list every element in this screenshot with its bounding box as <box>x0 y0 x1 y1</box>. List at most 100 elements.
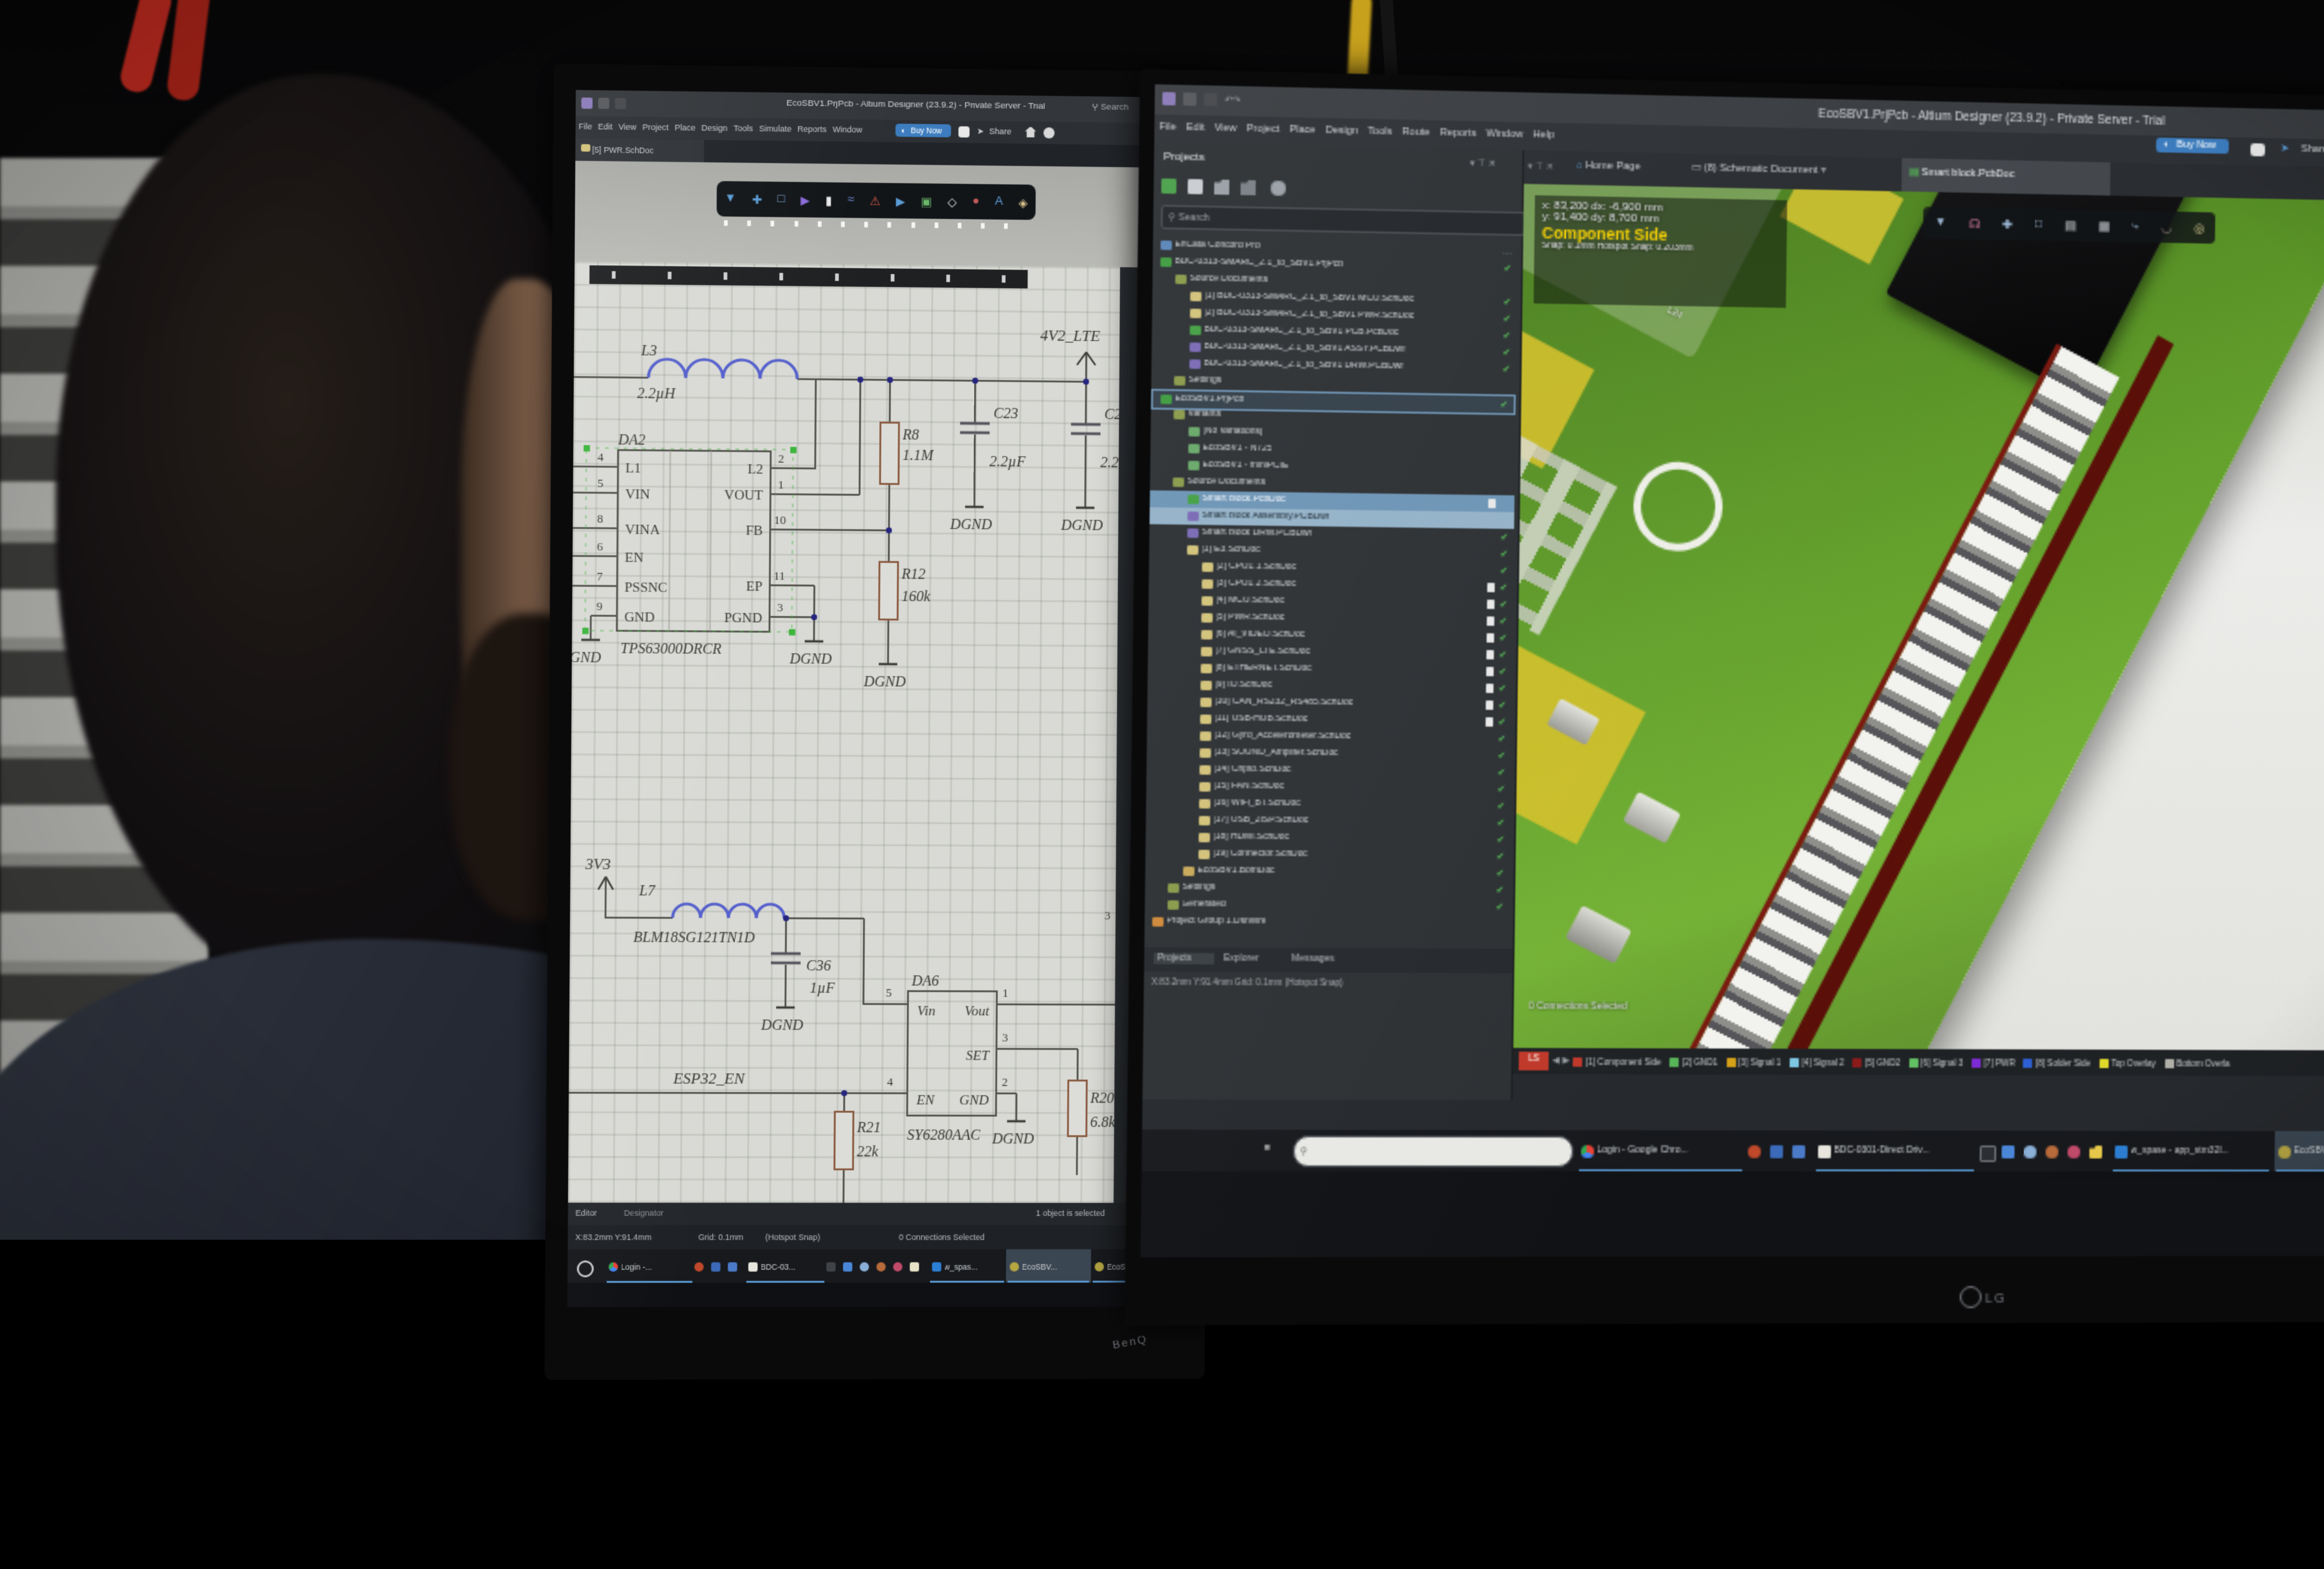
menu-file[interactable]: File <box>1159 121 1176 132</box>
tree-item[interactable]: [16] WiFi_BT.SchDoc✔ <box>1146 795 1511 814</box>
taskbar-item-chrome[interactable]: Login - Google Chro... <box>1577 1130 1744 1171</box>
buy-now-button[interactable]: ◐ Buy Now <box>895 123 950 136</box>
folder2-icon-button[interactable] <box>1241 180 1256 195</box>
annotate-tool-icon[interactable]: ◇ <box>947 194 957 209</box>
taskbar-icon[interactable] <box>1792 1145 1805 1158</box>
taskbar-icon[interactable] <box>1770 1145 1783 1158</box>
chat-icon[interactable] <box>2251 143 2265 156</box>
paste-tool-icon[interactable]: ▶ <box>800 192 810 207</box>
home-icon[interactable] <box>1025 126 1036 137</box>
tab-home-page[interactable]: ⌂ Home Page <box>1576 161 1680 174</box>
taskbar-icon[interactable] <box>860 1261 869 1271</box>
open-icon[interactable] <box>1204 93 1217 106</box>
tree-item[interactable]: EcoSBV1.BomDoc✔ <box>1145 863 1510 882</box>
taskbar-icon[interactable] <box>893 1261 902 1271</box>
buy-now-button[interactable]: ◐ Buy Now <box>2156 138 2228 154</box>
menu-simulate[interactable]: Simulate <box>759 123 792 133</box>
taskbar-icon[interactable] <box>2024 1146 2037 1159</box>
select-tool-icon[interactable]: □ <box>778 193 785 206</box>
chat-icon[interactable] <box>958 125 970 137</box>
menu-tools[interactable]: Tools <box>1368 125 1393 137</box>
projects-search[interactable]: ⚲ Search <box>1161 205 1525 236</box>
start-icon[interactable] <box>577 1259 594 1276</box>
menu-view[interactable]: View <box>619 121 637 131</box>
taskbar-icon[interactable] <box>2046 1146 2059 1159</box>
select-rect-icon[interactable]: □ <box>2034 218 2042 231</box>
filter-icon[interactable]: ▼ <box>1934 216 1947 229</box>
measure-icon[interactable]: ▤ <box>2064 218 2076 233</box>
project-icon-button[interactable] <box>1161 178 1176 194</box>
menu-help[interactable]: Help <box>1533 129 1554 140</box>
inductor-L7[interactable] <box>673 904 784 918</box>
pcb-3d-viewport[interactable]: L24 C50 R12 R21 x: 83,200 dx: -6,900 mm … <box>1513 184 2324 1050</box>
taskbar-item-altium-1[interactable]: EcoSBV1.PrjPcb - Alti... <box>2274 1131 2324 1172</box>
layer-tab-signal1[interactable]: [3] Signal 1 <box>1726 1057 1781 1066</box>
layer-tab-gnd1[interactable]: [2] GND1 <box>1670 1057 1717 1066</box>
tree-item[interactable]: Generated✔ <box>1145 897 1510 916</box>
menu-window[interactable]: Window <box>832 124 862 133</box>
taskbar-icon[interactable] <box>694 1261 704 1271</box>
tab-schematic-document[interactable]: ▭ (8) Schematic Document ▾ <box>1691 163 1895 178</box>
layer-tab-component-side[interactable]: [1] Component Side <box>1574 1056 1662 1066</box>
menu-reports[interactable]: Reports <box>798 124 827 133</box>
menu-edit[interactable]: Edit <box>1186 122 1204 133</box>
document-icon-button[interactable] <box>1188 179 1203 194</box>
undo-icon[interactable] <box>615 98 626 109</box>
layer-scroll-left[interactable]: ◀ <box>1552 1055 1559 1067</box>
resistor-R12[interactable] <box>879 562 898 620</box>
tree-item[interactable]: [17] USB_2ISP.SchDoc✔ <box>1146 812 1511 831</box>
menu-project[interactable]: Project <box>1247 123 1280 135</box>
menu-route[interactable]: Route <box>1402 126 1430 138</box>
tree-item[interactable]: Project Group 1.DsnWrk <box>1144 913 1509 932</box>
text-tool-icon[interactable]: A <box>995 195 1003 208</box>
menu-tools[interactable]: Tools <box>733 123 753 132</box>
via-icon[interactable]: ◎ <box>2193 220 2204 235</box>
start-icon[interactable] <box>1264 1144 1276 1156</box>
layer-scroll-right[interactable]: ▶ <box>1563 1055 1570 1067</box>
layer-tab-signal2[interactable]: [4] Signal 2 <box>1790 1057 1844 1066</box>
taskbar-icon[interactable] <box>711 1261 720 1271</box>
tree-item[interactable]: Settings✔ <box>1145 879 1510 898</box>
tab-explorer[interactable]: Explorer <box>1223 953 1276 965</box>
route-icon[interactable]: ⤷ <box>2132 219 2139 234</box>
taskbar-icon[interactable] <box>826 1261 836 1271</box>
capacitors[interactable] <box>771 422 1101 964</box>
tree-item[interactable]: [18] HDMI.SchDoc✔ <box>1146 829 1511 848</box>
resistor-R21[interactable] <box>834 1112 853 1169</box>
taskbar-item-vscode[interactable]: w_spase - app_stm32l... <box>2111 1131 2271 1171</box>
folder-icon-button[interactable] <box>1214 179 1229 195</box>
inductor-L3[interactable] <box>648 359 797 379</box>
part-tool-icon[interactable]: ▶ <box>896 193 905 208</box>
taskbar-icon[interactable] <box>843 1261 852 1271</box>
sheet-tool-icon[interactable]: ▣ <box>921 194 932 209</box>
menu-place[interactable]: Place <box>1289 124 1316 135</box>
folder-icon[interactable] <box>2089 1146 2102 1159</box>
editor-mode[interactable]: Editor <box>575 1208 613 1218</box>
save-icon[interactable] <box>1183 92 1196 106</box>
tab-projects[interactable]: Projects <box>1154 953 1214 964</box>
taskbar-icon-ctl[interactable] <box>1980 1146 1996 1162</box>
save-icon[interactable] <box>598 98 609 109</box>
layer-tab-top-overlay[interactable]: Top Overlay <box>2100 1058 2156 1067</box>
resistor-R8[interactable] <box>880 422 899 484</box>
drc-tool-icon[interactable]: ● <box>972 195 980 208</box>
selection-handles[interactable] <box>582 445 797 636</box>
menu-view[interactable]: View <box>1214 122 1237 134</box>
component-DA2[interactable] <box>617 450 771 632</box>
layer-tab-bottom-overlay[interactable]: Bottom Overla <box>2165 1058 2230 1068</box>
filter-tool-icon[interactable]: ▼ <box>725 192 737 205</box>
undo-icon[interactable]: ↶↷ <box>1225 95 1240 105</box>
taskbar-item-bdc[interactable]: BDC-03... <box>745 1249 826 1283</box>
clipboard-tool-icon[interactable]: ▮ <box>825 192 832 207</box>
layer-tab-signal3[interactable]: [6] Signal 3 <box>1909 1057 1963 1067</box>
menu-edit[interactable]: Edit <box>598 121 613 130</box>
panel-controls[interactable]: ▾ ⊤ ✕ <box>1470 158 1519 171</box>
taskbar-item-bdc[interactable]: BDC-0301-Direct Driv... <box>1814 1130 1976 1171</box>
taskbar-item-altium-1[interactable]: EcoSBV... <box>1006 1249 1091 1283</box>
taskbar-item-vscode[interactable]: w_spas... <box>928 1249 1006 1283</box>
taskbar-icon[interactable] <box>1748 1145 1761 1158</box>
taskbar-icon[interactable] <box>910 1261 919 1271</box>
taskbar-icon[interactable] <box>877 1261 886 1271</box>
arc-tool-icon[interactable]: ◈ <box>1018 195 1028 210</box>
taskbar-item-chrome[interactable]: Login -... <box>605 1249 694 1283</box>
